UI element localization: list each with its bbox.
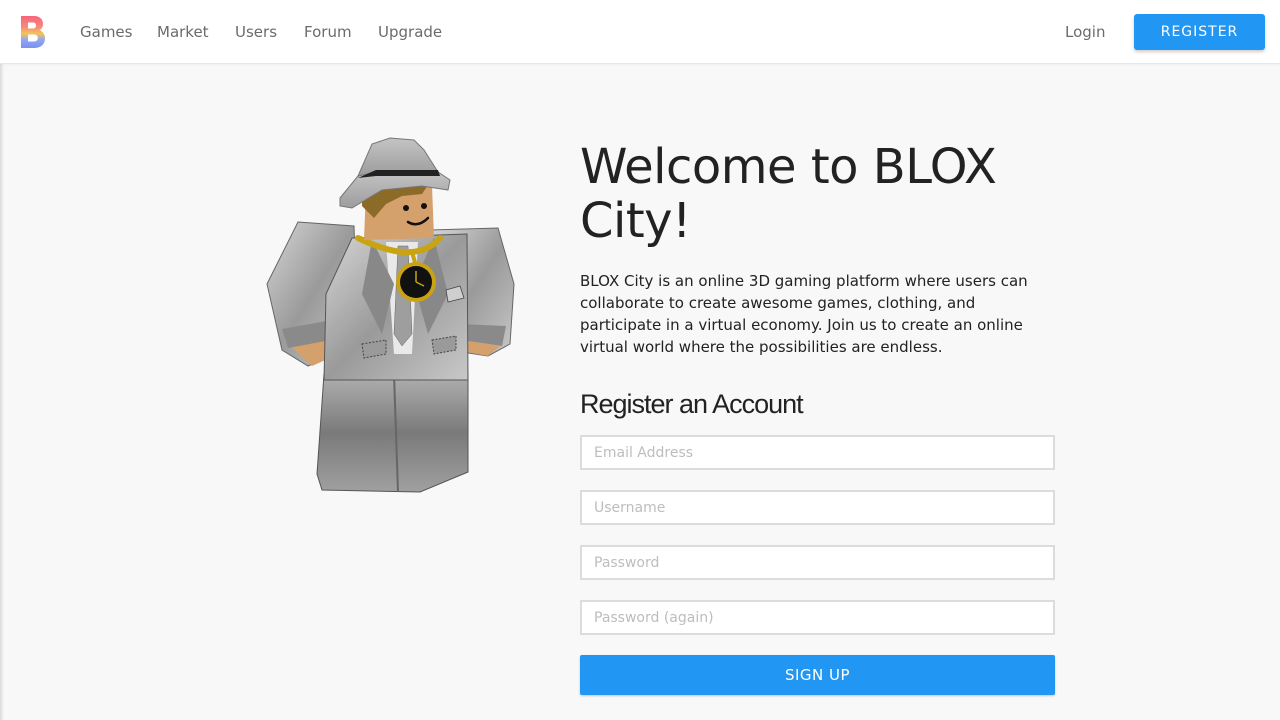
- register-form: SIGN UP: [580, 435, 1055, 695]
- register-button[interactable]: REGISTER: [1134, 14, 1265, 50]
- page-edge-shadow: [0, 64, 4, 720]
- email-field[interactable]: [580, 435, 1055, 470]
- avatar-character-image: [262, 134, 522, 496]
- login-link[interactable]: Login: [1065, 22, 1105, 42]
- nav-link-forum[interactable]: Forum: [304, 22, 352, 42]
- register-section: Welcome to BLOX City! BLOX City is an on…: [580, 140, 1055, 695]
- register-form-heading: Register an Account: [580, 389, 804, 419]
- welcome-title: Welcome to BLOX City!: [580, 139, 997, 249]
- nav-link-upgrade[interactable]: Upgrade: [378, 22, 442, 42]
- nav-link-users[interactable]: Users: [235, 22, 277, 42]
- nav-link-games[interactable]: Games: [80, 22, 132, 42]
- intro-paragraph: BLOX City is an online 3D gaming platfor…: [580, 272, 1028, 356]
- username-field[interactable]: [580, 490, 1055, 525]
- top-navbar: Games Market Users Forum Upgrade Login R…: [0, 0, 1280, 64]
- password-field[interactable]: [580, 545, 1055, 580]
- password-again-field[interactable]: [580, 600, 1055, 635]
- nav-link-market[interactable]: Market: [157, 22, 209, 42]
- sign-up-button[interactable]: SIGN UP: [580, 655, 1055, 695]
- blox-city-logo-icon[interactable]: [20, 15, 46, 49]
